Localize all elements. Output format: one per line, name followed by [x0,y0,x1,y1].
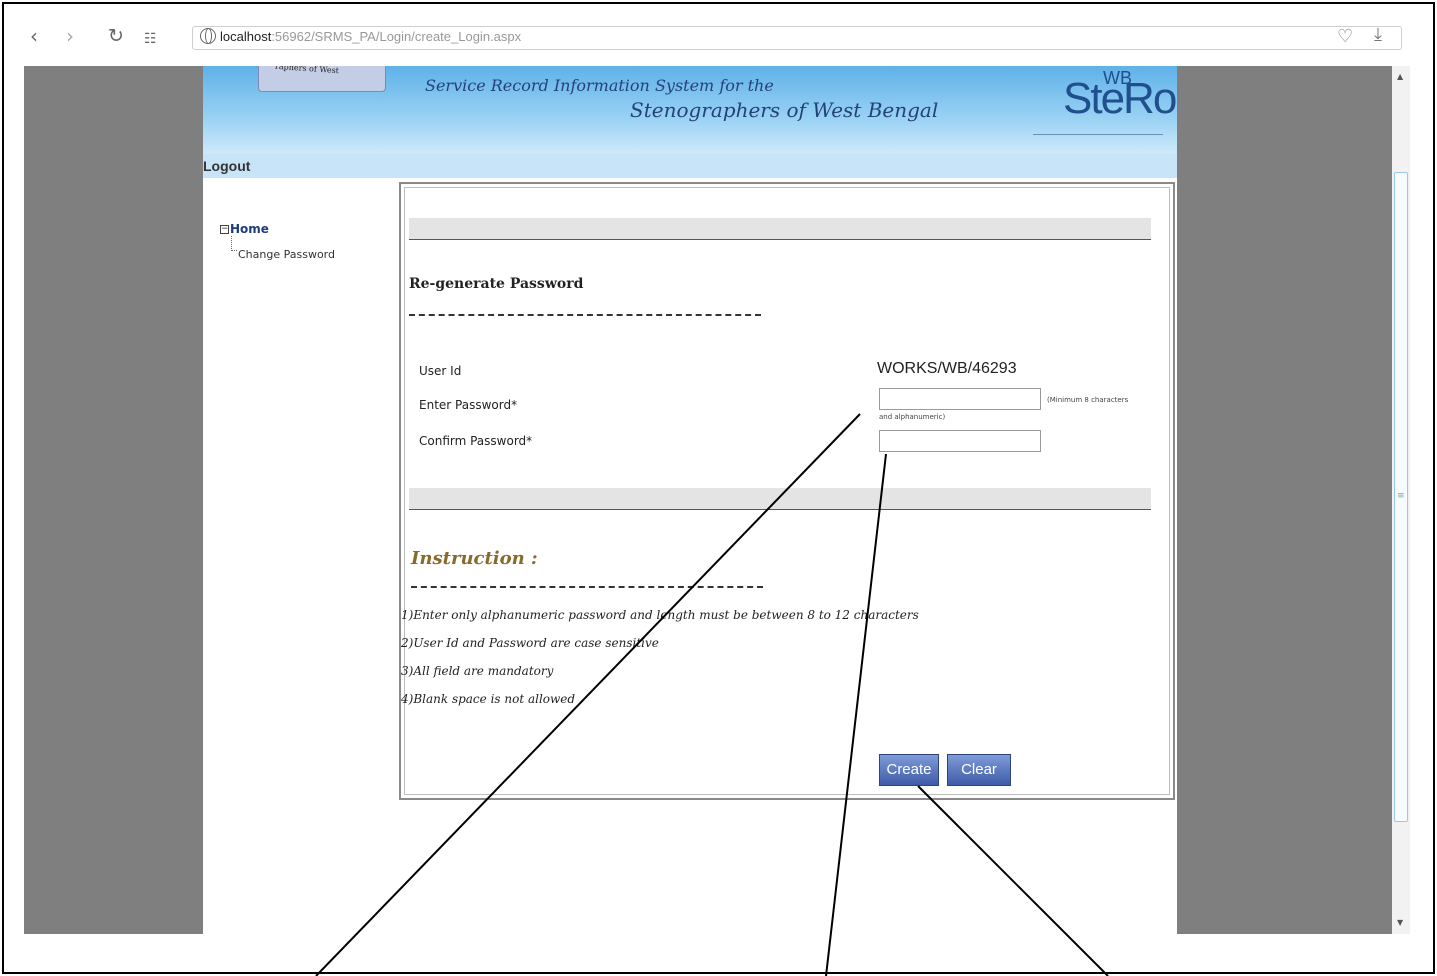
menu-bar [203,154,1177,178]
forward-icon[interactable]: › [66,24,74,48]
logout-link[interactable]: Logout [203,158,250,174]
regenerate-password-panel: Re-generate Password User Id WORKS/WB/46… [399,182,1175,800]
url-host: localhost [220,29,272,44]
instruction-title: Instruction : [411,548,538,569]
banner-title-line2: Stenographers of West Bengal [630,98,939,122]
instruction-underline [411,586,763,588]
password-hint-line1: (Minimum 8 characters [1047,396,1129,404]
user-id-value: WORKS/WB/46293 [877,360,1017,377]
browser-viewport: raphers of West Service Record Informati… [24,66,1392,934]
browser-toolbar: ‹ › ↻ ☷ localhost:56962/SRMS_PA/Login/cr… [20,18,1420,58]
instruction-item: 4)Blank space is not allowed [401,692,576,706]
brand-logo: SteRo [1063,74,1177,123]
instruction-item: 2)User Id and Password are case sensitiv… [401,636,659,650]
tree-collapse-icon[interactable]: − [220,225,229,234]
confirm-password-label: Confirm Password* [419,434,533,448]
scroll-down-arrow-icon[interactable]: ▼ [1397,918,1403,927]
instruction-item: 1)Enter only alphanumeric password and l… [401,608,919,622]
scroll-up-arrow-icon[interactable]: ▲ [1397,72,1403,81]
download-icon[interactable]: ⤓ [1374,24,1382,45]
brand-underline [1033,134,1163,135]
url-text[interactable]: localhost:56962/SRMS_PA/Login/create_Log… [220,29,521,44]
instruction-item: 3)All field are mandatory [401,664,554,678]
web-page: raphers of West Service Record Informati… [203,66,1177,934]
clear-button[interactable]: Clear [947,754,1011,786]
user-id-label: User Id [419,364,462,378]
panel-separator-bar [409,488,1151,510]
banner-title-line1: Service Record Information System for th… [425,76,774,95]
favorite-heart-icon[interactable]: ♡ [1337,26,1353,47]
title-underline [409,314,761,316]
back-icon[interactable]: ‹ [30,24,38,48]
vertical-scrollbar[interactable]: ▲ ≡ ▼ [1392,66,1410,934]
reload-icon[interactable]: ↻ [108,24,124,48]
form-title: Re-generate Password [409,276,584,292]
tree-item-home[interactable]: Home [230,222,269,236]
apps-grid-icon[interactable]: ☷ [144,27,157,51]
panel-header-bar [409,218,1151,240]
scroll-grip-icon: ≡ [1397,491,1405,501]
confirm-password-field[interactable] [879,430,1041,452]
globe-icon [200,28,216,44]
url-path: :56962/SRMS_PA/Login/create_Login.aspx [271,29,522,44]
create-button[interactable]: Create [879,754,939,786]
header-banner: raphers of West Service Record Informati… [203,66,1177,154]
tree-item-change-password[interactable]: Change Password [238,248,335,261]
enter-password-label: Enter Password* [419,398,518,412]
enter-password-field[interactable] [879,388,1041,410]
password-hint-line2: and alphanumeric) [879,413,946,421]
tree-connector [231,236,237,251]
